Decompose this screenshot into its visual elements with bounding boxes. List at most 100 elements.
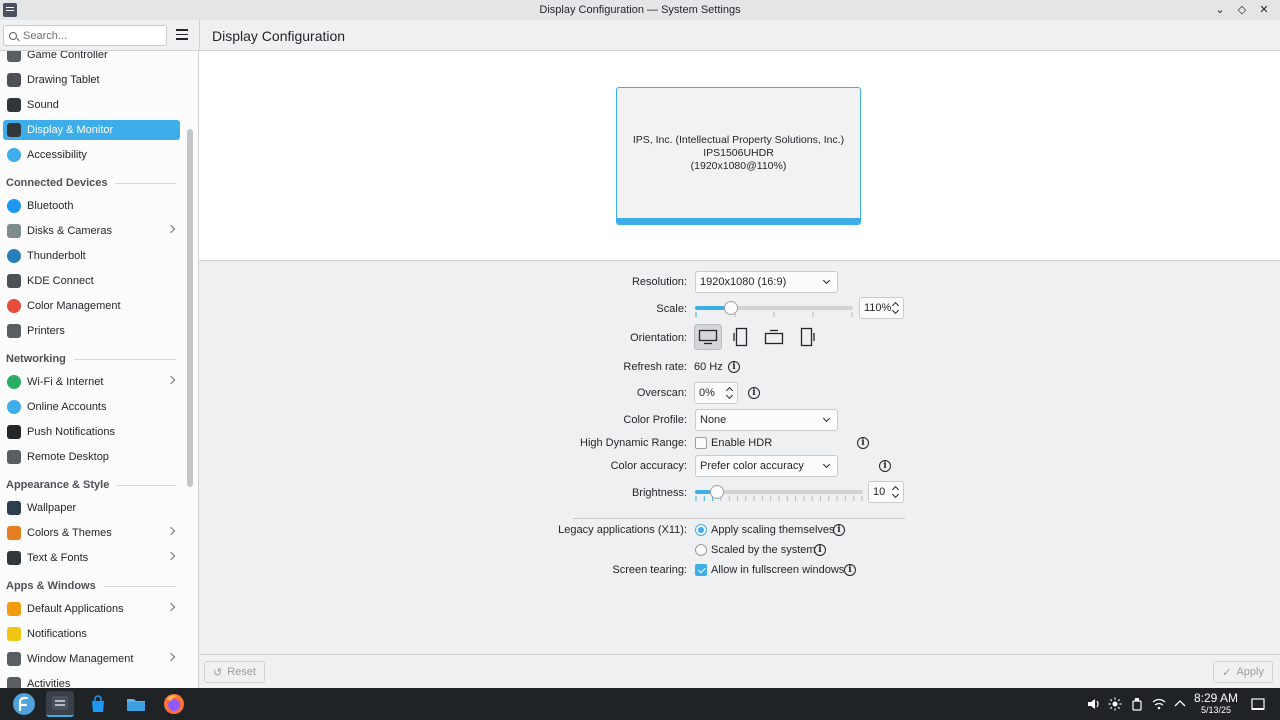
section-label: Appearance & Style xyxy=(6,479,110,491)
tablet-icon xyxy=(7,73,21,87)
sidebar-item-push-notifications[interactable]: Push Notifications xyxy=(3,422,180,442)
apply-button[interactable]: ✓ Apply xyxy=(1213,661,1273,683)
sidebar-item-printers[interactable]: Printers xyxy=(3,321,180,341)
clock[interactable]: 8:29 AM 5/13/25 xyxy=(1192,692,1240,716)
taskbar-firefox[interactable] xyxy=(160,691,188,717)
hamburger-menu-icon[interactable] xyxy=(176,29,188,40)
sidebar-item-kde-connect[interactable]: KDE Connect xyxy=(3,271,180,291)
show-desktop-icon[interactable] xyxy=(1251,697,1265,711)
sidebar-item-display-monitor[interactable]: Display & Monitor xyxy=(3,120,180,140)
volume-icon[interactable] xyxy=(1086,697,1100,711)
overscan-info-icon[interactable]: i xyxy=(748,387,760,399)
color-profile-value: None xyxy=(700,414,727,426)
sidebar-section-header: Networking xyxy=(6,352,176,366)
sidebar-item-drawing-tablet[interactable]: Drawing Tablet xyxy=(3,70,180,90)
overscan-label: Overscan: xyxy=(636,387,687,399)
brightness-tray-icon[interactable] xyxy=(1108,697,1122,711)
wifi-icon[interactable] xyxy=(1152,697,1166,711)
sidebar-item-colors-themes[interactable]: Colors & Themes xyxy=(3,523,180,543)
sidebar-item-sound[interactable]: Sound xyxy=(3,95,180,115)
orientation-landscape-button[interactable] xyxy=(694,324,722,350)
bell-icon xyxy=(7,627,21,641)
allow-tearing-checkbox[interactable] xyxy=(695,564,707,576)
sidebar-item-wallpaper[interactable]: Wallpaper xyxy=(3,498,180,518)
sidebar-item-bluetooth[interactable]: Bluetooth xyxy=(3,196,180,216)
sidebar-item-activities[interactable]: Activities xyxy=(3,674,180,688)
refresh-rate-label: Refresh rate: xyxy=(623,361,687,373)
screen-tearing-info-icon[interactable]: i xyxy=(844,564,856,576)
scale-slider[interactable] xyxy=(695,297,853,319)
sidebar-item-default-applications[interactable]: Default Applications xyxy=(3,599,180,619)
sidebar-item-window-management[interactable]: Window Management xyxy=(3,649,180,669)
sidebar-scrollbar[interactable] xyxy=(187,129,193,487)
page-title: Display Configuration xyxy=(212,28,346,44)
minimize-button[interactable]: ⌄ xyxy=(1212,2,1228,18)
scale-slider-handle[interactable] xyxy=(724,301,738,315)
sidebar-item-remote-desktop[interactable]: Remote Desktop xyxy=(3,447,180,467)
scaled-by-system-label[interactable]: Scaled by the system xyxy=(711,544,816,556)
sidebar-item-color-management[interactable]: Color Management xyxy=(3,296,180,316)
clock-time: 8:29 AM xyxy=(1193,691,1239,705)
orientation-portrait-button[interactable] xyxy=(727,324,755,350)
orientation-landscape-flipped-button[interactable] xyxy=(760,324,788,350)
orientation-portrait-flipped-button[interactable] xyxy=(793,324,821,350)
sidebar-item-game-controller[interactable]: Game Controller xyxy=(3,51,180,65)
sidebar-section-header: Connected Devices xyxy=(6,176,176,190)
device-storage-icon[interactable] xyxy=(1130,697,1144,711)
section-label: Networking xyxy=(6,353,66,365)
sidebar-item-label: Disks & Cameras xyxy=(27,225,112,237)
legacy-scaling-info-icon[interactable]: i xyxy=(833,524,845,536)
scaled-by-system-info-icon[interactable]: i xyxy=(814,544,826,556)
scale-slider-ticks xyxy=(695,312,853,317)
close-button[interactable]: ✕ xyxy=(1256,2,1272,18)
sidebar-item-label: Printers xyxy=(27,325,65,337)
enable-hdr-label[interactable]: Enable HDR xyxy=(711,437,772,449)
sidebar-item-label: Remote Desktop xyxy=(27,451,109,463)
hdr-info-icon[interactable]: i xyxy=(857,437,869,449)
spin-down-icon[interactable] xyxy=(725,391,734,400)
reset-button[interactable]: ↺ Reset xyxy=(204,661,265,683)
enable-hdr-checkbox[interactable] xyxy=(695,437,707,449)
spin-down-icon[interactable] xyxy=(891,490,900,499)
sidebar-item-disks-cameras[interactable]: Disks & Cameras xyxy=(3,221,180,241)
taskbar-system-settings[interactable] xyxy=(46,691,74,717)
sidebar-item-online-accounts[interactable]: Online Accounts xyxy=(3,397,180,417)
spin-down-icon[interactable] xyxy=(891,306,900,315)
refresh-rate-info-icon[interactable]: i xyxy=(728,361,740,373)
chevron-right-icon xyxy=(166,375,176,385)
sidebar-item-text-fonts[interactable]: Text & Fonts xyxy=(3,548,180,568)
phone-icon xyxy=(7,274,21,288)
chevron-down-icon xyxy=(822,414,831,423)
sidebar-item-wi-fi-internet[interactable]: Wi-Fi & Internet xyxy=(3,372,180,392)
color-accuracy-info-icon[interactable]: i xyxy=(879,460,891,472)
brightness-slider[interactable] xyxy=(695,481,863,503)
firefox-icon xyxy=(164,694,184,714)
header-divider xyxy=(199,20,200,51)
chevron-up-icon[interactable] xyxy=(1173,697,1187,711)
taskbar-discover[interactable] xyxy=(84,691,112,717)
resolution-dropdown[interactable]: 1920x1080 (16:9) xyxy=(695,271,838,293)
monitor-preview[interactable]: IPS, Inc. (Intellectual Property Solutio… xyxy=(616,87,861,225)
brightness-slider-handle[interactable] xyxy=(710,485,724,499)
color-accuracy-dropdown[interactable]: Prefer color accuracy xyxy=(695,455,838,477)
taskbar-file-manager[interactable] xyxy=(122,691,150,717)
apply-scaling-themselves-radio[interactable] xyxy=(695,524,707,536)
sidebar-item-notifications[interactable]: Notifications xyxy=(3,624,180,644)
sidebar-item-accessibility[interactable]: Accessibility xyxy=(3,145,180,165)
apply-scaling-themselves-label[interactable]: Apply scaling themselves xyxy=(711,524,835,536)
maximize-button[interactable]: ◇ xyxy=(1234,2,1250,18)
scale-spinbox[interactable]: 110% xyxy=(859,297,904,319)
overscan-spinbox[interactable]: 0% xyxy=(694,382,738,404)
search-input[interactable] xyxy=(23,29,153,42)
allow-tearing-label[interactable]: Allow in fullscreen windows xyxy=(711,564,844,576)
section-separator xyxy=(573,518,905,519)
brightness-spinbox[interactable]: 10 xyxy=(868,481,904,503)
brightness-label: Brightness: xyxy=(631,487,687,499)
sidebar-item-label: Window Management xyxy=(27,653,134,665)
monitor-primary-bar xyxy=(617,218,860,224)
sidebar-item-thunderbolt[interactable]: Thunderbolt xyxy=(3,246,180,266)
app-launcher-button[interactable] xyxy=(10,691,38,717)
color-profile-dropdown[interactable]: None xyxy=(695,409,838,431)
search-box[interactable] xyxy=(3,25,167,46)
scaled-by-system-radio[interactable] xyxy=(695,544,707,556)
